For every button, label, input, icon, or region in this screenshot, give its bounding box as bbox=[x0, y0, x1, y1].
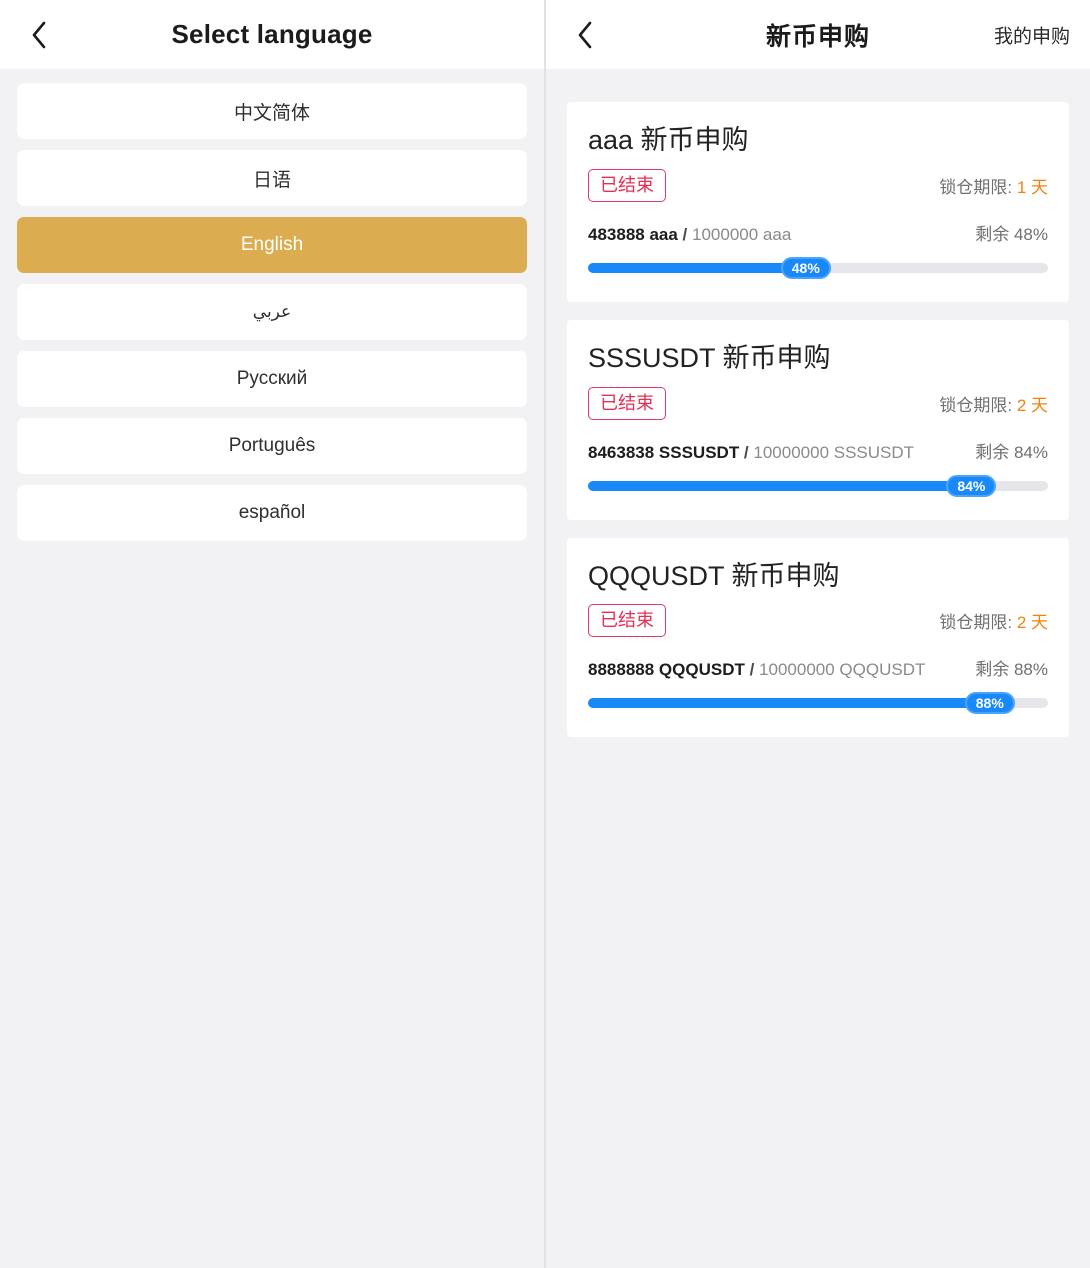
ipo-card-title: aaa 新币申购 bbox=[588, 125, 749, 155]
app-screen: Select language 中文简体日语 English عربي Русский… bbox=[0, 0, 1090, 1268]
language-option-0[interactable]: 中文简体 bbox=[17, 83, 527, 139]
ipo-card[interactable]: SSSUSDT 新币申购 已结束 锁仓期限: 2 天 8463838 SSSUSDT … bbox=[567, 319, 1069, 520]
amount-total: 10000000 QQQUSDT bbox=[759, 660, 926, 680]
amount-total: 10000000 SSSUSDT bbox=[753, 442, 915, 462]
amount-separator: / bbox=[743, 442, 749, 462]
amount-separator: / bbox=[749, 660, 755, 680]
lock-period-value: 2 天 bbox=[1016, 395, 1048, 415]
lock-period-label: 锁仓期限: bbox=[939, 395, 1013, 415]
progress-pill-label: 48% bbox=[780, 256, 831, 279]
language-option-1[interactable]: 日语 bbox=[17, 150, 527, 206]
ipo-card-amount-row: 8888888 QQQUSDT / 10000000 QQQUSDT 剩余 88% bbox=[588, 655, 1048, 680]
language-option-label: Português bbox=[228, 435, 316, 456]
remaining-label: 剩余 88% bbox=[975, 660, 1048, 680]
status-badge: 已结束 bbox=[588, 386, 666, 420]
my-subscriptions-link[interactable]: 我的申购 bbox=[994, 21, 1070, 48]
ipo-card-title: SSSUSDT 新币申购 bbox=[588, 342, 831, 373]
amount-sold: 8463838 SSSUSDT bbox=[588, 442, 744, 462]
lock-period: 锁仓期限: 2 天 bbox=[939, 608, 1048, 633]
language-navbar: Select language bbox=[0, 0, 544, 69]
progress-pill-label: 84% bbox=[946, 474, 997, 497]
lock-period-label: 锁仓期限: bbox=[939, 177, 1013, 197]
ipo-card[interactable]: aaa 新币申购已结束 锁仓期限: 1 天 483888 aaa / 1000000… bbox=[567, 102, 1069, 302]
progress-bar: 48% bbox=[588, 256, 1048, 279]
ipo-card-meta-row: 已结束 锁仓期限: 2 天 bbox=[588, 604, 1048, 638]
progress-bar: 88% bbox=[588, 692, 1048, 715]
status-badge: 已结束 bbox=[588, 604, 666, 638]
lock-period-label: 锁仓期限: bbox=[939, 613, 1013, 633]
language-option-5[interactable]: Português bbox=[17, 418, 527, 474]
ipo-card[interactable]: QQQUSDT 新币申购 已结束 锁仓期限: 2 天 8888888 QQQUSDT … bbox=[567, 537, 1069, 738]
ipo-card-amount-row: 483888 aaa / 1000000 aaa 剩余 48% bbox=[588, 220, 1048, 245]
language-option-label: Русский bbox=[236, 368, 308, 389]
language-option-label: 日语 bbox=[252, 169, 291, 191]
ipo-card-meta-row: 已结束 锁仓期限: 2 天 bbox=[588, 386, 1048, 420]
back-button[interactable] bbox=[568, 18, 602, 52]
amount-progress: 8888888 QQQUSDT / 10000000 QQQUSDT bbox=[588, 660, 925, 680]
amount-total: 1000000 aaa bbox=[692, 224, 792, 244]
progress-pill-label: 88% bbox=[964, 692, 1015, 715]
language-panel: Select language 中文简体日语 English عربي Русский… bbox=[0, 0, 546, 1268]
language-option-label: عربي bbox=[252, 302, 292, 321]
back-button[interactable] bbox=[22, 18, 56, 52]
language-option-3[interactable]: عربي bbox=[17, 284, 527, 340]
amount-separator: / bbox=[682, 224, 688, 244]
ipo-card-amount-row: 8463838 SSSUSDT / 10000000 SSSUSDT 剩余 84% bbox=[588, 438, 1048, 463]
ipo-card-list: aaa 新币申购 已结束 锁仓期限: 1 天 483888 aaa / 1000000… bbox=[546, 69, 1090, 738]
page-title: Select language bbox=[171, 19, 373, 49]
language-option-label: English bbox=[240, 234, 304, 255]
language-option-4[interactable]: Русский bbox=[17, 351, 527, 407]
ipo-card-title: QQQUSDT 新币申购 bbox=[588, 560, 840, 591]
ipo-navbar: 新币申购 我的申购 bbox=[546, 0, 1090, 69]
status-badge: 已结束 bbox=[588, 168, 666, 202]
amount-sold: 483888 aaa bbox=[588, 224, 683, 244]
chevron-left-icon bbox=[575, 20, 595, 50]
ipo-panel: 新币申购 我的申购 aaa 新币申购 已结束 锁仓期限: 1 天 483888 aaa… bbox=[546, 0, 1090, 1268]
language-option-label: español bbox=[238, 502, 306, 523]
amount-progress: 483888 aaa / 1000000 aaa bbox=[588, 225, 791, 245]
progress-bar: 84% bbox=[588, 474, 1048, 497]
remaining-label: 剩余 84% bbox=[975, 442, 1048, 462]
remaining-label: 剩余 48% bbox=[975, 224, 1048, 244]
lock-period-value: 2 天 bbox=[1016, 613, 1048, 633]
lock-period: 锁仓期限: 2 天 bbox=[939, 391, 1048, 416]
progress-fill bbox=[588, 262, 809, 273]
lock-period: 锁仓期限: 1 天 bbox=[939, 173, 1048, 198]
language-option-label: 中文简体 bbox=[233, 102, 310, 124]
language-option-6[interactable]: español bbox=[17, 485, 527, 541]
amount-progress: 8463838 SSSUSDT / 10000000 SSSUSDT bbox=[588, 443, 914, 463]
language-list: 中文简体日语 English عربي Русский Português español bbox=[0, 69, 544, 541]
amount-sold: 8888888 QQQUSDT bbox=[588, 660, 750, 680]
progress-fill bbox=[588, 698, 993, 709]
ipo-card-meta-row: 已结束 锁仓期限: 1 天 bbox=[588, 168, 1048, 202]
progress-fill bbox=[588, 480, 975, 491]
language-option-2[interactable]: English bbox=[17, 217, 527, 273]
chevron-left-icon bbox=[29, 20, 49, 50]
lock-period-value: 1 天 bbox=[1016, 177, 1048, 197]
